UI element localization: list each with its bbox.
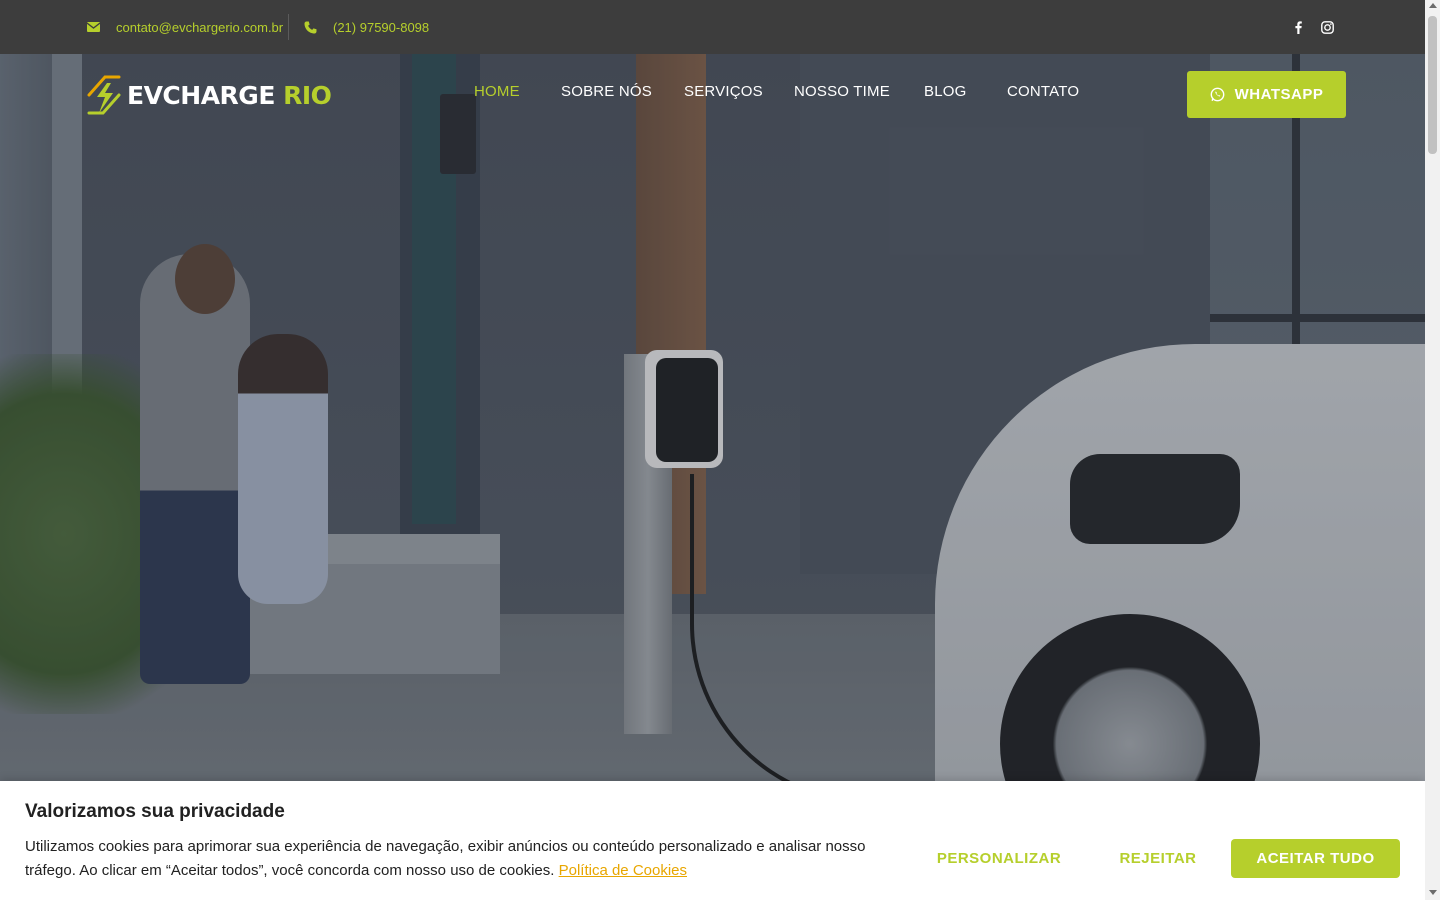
nav-contato[interactable]: CONTATO (1007, 83, 1079, 100)
facebook-icon (1294, 20, 1302, 34)
whatsapp-icon (1210, 87, 1225, 102)
lightning-logo-icon (87, 75, 121, 115)
scroll-up-arrow-icon[interactable] (1429, 3, 1437, 8)
instagram-icon (1320, 20, 1334, 34)
facebook-link[interactable] (1288, 17, 1308, 37)
nav-blog[interactable]: BLOG (924, 83, 966, 100)
logo-text-main: EVCHARGE (127, 80, 275, 110)
nav-servicos[interactable]: SERVIÇOS (684, 83, 763, 100)
nav-sobre-nos[interactable]: SOBRE NÓS (561, 83, 652, 100)
instagram-link[interactable] (1317, 17, 1337, 37)
nav-nosso-time[interactable]: NOSSO TIME (794, 83, 890, 100)
scrollbar-thumb[interactable] (1428, 16, 1437, 154)
cookie-body: Utilizamos cookies para aprimorar sua ex… (25, 838, 866, 879)
scroll-down-arrow-icon[interactable] (1429, 890, 1437, 895)
phone-icon (304, 21, 317, 33)
nav-home[interactable]: HOME (474, 83, 520, 100)
cookie-banner: Valorizamos sua privacidade Utilizamos c… (0, 781, 1425, 900)
cookie-accept-button[interactable]: ACEITAR TUDO (1231, 839, 1400, 878)
email-text[interactable]: contato@evchargerio.com.br (116, 20, 283, 35)
logo-text-accent: RIO (283, 80, 332, 110)
page-scrollbar[interactable] (1425, 0, 1440, 900)
cookie-policy-link[interactable]: Política de Cookies (559, 862, 687, 879)
cookie-title: Valorizamos sua privacidade (25, 801, 285, 822)
top-bar: contato@evchargerio.com.br (21) 97590-80… (0, 0, 1425, 54)
topbar-divider (288, 14, 289, 40)
logo-text: EVCHARGE RIO (127, 80, 332, 110)
whatsapp-button[interactable]: WHATSAPP (1187, 71, 1346, 118)
email-contact[interactable]: contato@evchargerio.com.br (87, 0, 283, 54)
cookie-personalize-button[interactable]: PERSONALIZAR (920, 839, 1078, 878)
site-logo[interactable]: EVCHARGE RIO (85, 73, 332, 117)
phone-text[interactable]: (21) 97590-8098 (333, 20, 429, 35)
cookie-text: Utilizamos cookies para aprimorar sua ex… (25, 835, 885, 883)
phone-contact[interactable]: (21) 97590-8098 (304, 0, 429, 54)
hero-overlay (0, 54, 1425, 900)
whatsapp-button-label: WHATSAPP (1234, 86, 1324, 103)
envelope-icon (87, 22, 100, 32)
hero-banner (0, 54, 1425, 900)
cookie-reject-button[interactable]: REJEITAR (1100, 839, 1216, 878)
